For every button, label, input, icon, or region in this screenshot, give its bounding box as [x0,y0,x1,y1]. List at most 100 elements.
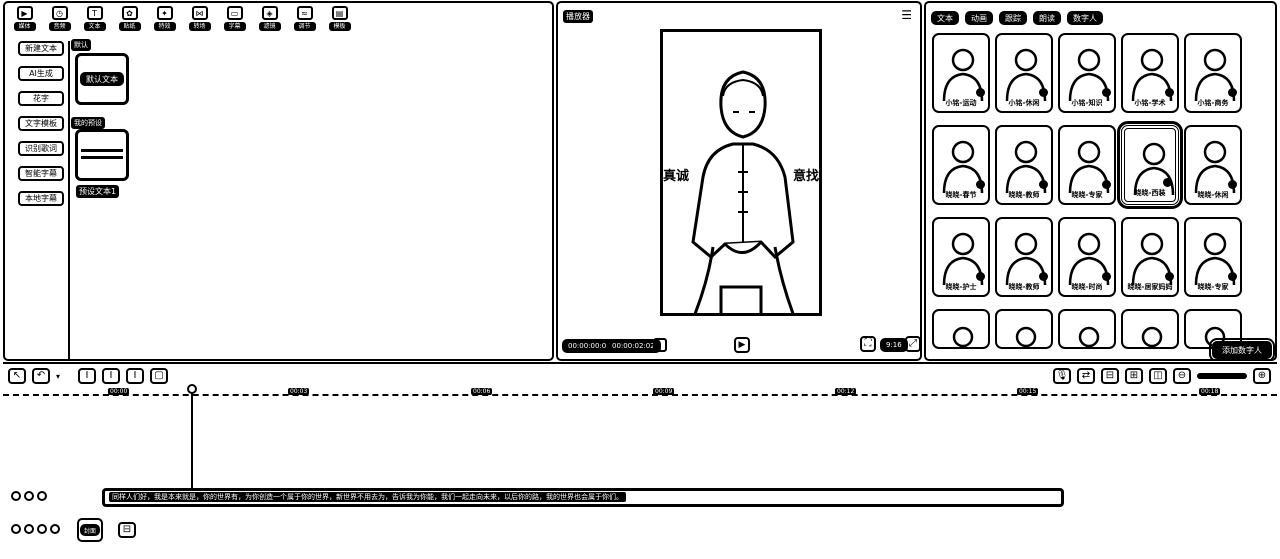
avatar-card[interactable]: 晓晓-教师 [995,125,1053,205]
avatar-card[interactable]: 小铭-休闲 [995,33,1053,113]
zoom-slider[interactable] [1197,373,1247,379]
tool-audio[interactable]: ◷ 音频 [45,6,74,32]
tool-sticker[interactable]: ✿ 贴纸 [115,6,144,32]
tool-template[interactable]: ▤ 模板 [325,6,354,32]
tab-animation[interactable]: 动画 [965,11,993,25]
tab-text[interactable]: 文本 [931,11,959,25]
text-clip-content: 同样人们好，我是本来就是，你的世界有，为你创造一个属于你的世界，新世界不用去为，… [109,492,626,502]
preset-text-card[interactable] [75,129,129,181]
avatar-card-partial[interactable] [1058,309,1116,349]
tool-transition[interactable]: ⋈ 转场 [185,6,214,32]
avatar-card[interactable]: 晓晓-春节 [932,125,990,205]
fullscreen-icon[interactable]: ⤢ [905,336,920,352]
mic-icon[interactable]: 🎙 [1053,368,1071,384]
zoom-out-icon[interactable]: ⊖ [1173,368,1191,384]
caption-icon: ▭ [226,6,243,20]
avatar-card[interactable]: 小铭-运动 [932,33,990,113]
main-audio-icon[interactable] [50,524,60,534]
avatar-card[interactable]: 晓晓-教师 [995,217,1053,297]
select-tool-icon[interactable]: ↖ [8,368,26,384]
split-left-icon[interactable]: I [102,368,121,384]
tool-effects[interactable]: ✦ 特效 [150,6,179,32]
visibility-icon[interactable] [37,491,47,501]
lock-icon[interactable] [24,491,34,501]
avatar-name: 晓晓-教师 [1008,191,1040,199]
text-track-controls [11,491,47,501]
avatar-figure [1015,326,1037,348]
fit-screen-icon[interactable]: ⛶ [860,336,876,352]
nav-lyrics[interactable]: 识别歌词 [18,141,64,156]
tool-adjust[interactable]: ≈ 调节 [290,6,319,32]
tick-label: 00:12 [835,388,857,395]
avatar-card-partial[interactable] [1121,309,1179,349]
track-icon[interactable]: ◫ [1149,368,1167,384]
preview-axis-icon[interactable]: ⊞ [1125,368,1143,384]
avatar-name: 小铭-运动 [945,99,977,107]
link-icon[interactable]: ⇄ [1077,368,1095,384]
avatar-card[interactable]: 晓晓-休闲 [1184,125,1242,205]
playhead[interactable] [191,386,193,494]
split-right-icon[interactable]: I [126,368,145,384]
avatar-name: 晓晓-西装 [1134,189,1166,197]
nav-new-text[interactable]: 新建文本 [18,41,64,56]
play-icon[interactable]: ▶ [734,337,750,353]
avatar-card[interactable]: 小铭-学术 [1121,33,1179,113]
nav-fancy-text[interactable]: 花字 [18,91,64,106]
tool-text[interactable]: T 文本 [80,6,109,32]
avatar-name: 晓晓-时尚 [1071,283,1103,291]
subtitle-right: 意找 [792,165,819,184]
avatar-card[interactable]: 晓晓-专家 [1058,125,1116,205]
cover-button[interactable]: 封面 [77,518,103,542]
default-section-label: 默认 [71,39,91,51]
avatar-card[interactable]: 小铭-商务 [1184,33,1242,113]
tool-caption[interactable]: ▭ 字幕 [220,6,249,32]
tab-tracking[interactable]: 跟踪 [999,11,1027,25]
tool-filter[interactable]: ◈ 滤镜 [255,6,284,32]
tick-label: 00:15 [1017,388,1039,395]
avatar-figure [952,326,974,348]
zoom-in-icon[interactable]: ⊕ [1253,368,1271,384]
nav-ai-generate[interactable]: AI生成 [18,66,64,81]
left-panel: ▶ 媒体 ◷ 音频 T 文本 ✿ 贴纸 ✦ 特效 ⋈ 转场 ▭ 字幕 ◈ 滤镜 ≈ 调节 ▤ 模板 … [3,1,554,361]
avatar-figure [1078,326,1100,348]
avatar-card-partial[interactable] [995,309,1053,349]
nav-text-template[interactable]: 文字模板 [18,116,64,131]
tool-media[interactable]: ▶ 媒体 [10,6,39,32]
ratio-selector[interactable]: 9:16 [880,338,908,352]
dropdown-icon[interactable]: ▾ [56,372,60,381]
main-lock-icon[interactable] [24,524,34,534]
lock-badge-icon [976,272,985,281]
undo-icon[interactable]: ↶ [32,368,50,384]
preset-lines-icon [81,149,123,159]
tab-digital-human[interactable]: 数字人 [1067,11,1103,25]
text-clip[interactable]: 同样人们好，我是本来就是，你的世界有，为你创造一个属于你的世界，新世界不用去为，… [102,488,1064,507]
snap-icon[interactable]: ⊟ [1101,368,1119,384]
avatar-card[interactable]: 晓晓-护士 [932,217,990,297]
avatar-card[interactable]: 晓晓-居家妈妈 [1121,217,1179,297]
add-clip-icon[interactable]: ⊟ [118,522,136,538]
split-icon[interactable]: I [78,368,97,384]
avatar-card[interactable]: 小铭-知识 [1058,33,1116,113]
lock-badge-icon [1228,272,1237,281]
adjust-icon: ≈ [296,6,313,20]
player-panel: 播放器 ☰ 真诚 意找 00:00:00:00 00:00:02:02 ▶ ⛶ … [556,1,922,361]
nav-auto-caption[interactable]: 智能字幕 [18,166,64,181]
template-icon: ▤ [331,6,348,20]
avatar-name: 晓晓-春节 [945,191,977,199]
delete-icon[interactable]: ▢ [150,368,169,384]
lock-badge-icon [1039,180,1048,189]
default-text-card[interactable]: 默认文本 [75,53,129,105]
avatar-card[interactable]: 晓晓-时尚 [1058,217,1116,297]
video-preview[interactable]: 真诚 意找 [660,29,822,316]
avatar-card-partial[interactable] [932,309,990,349]
nav-local-caption[interactable]: 本地字幕 [18,191,64,206]
menu-icon[interactable]: ☰ [901,8,912,22]
tab-read-aloud[interactable]: 朗读 [1033,11,1061,25]
add-digital-human-button[interactable]: 添加数字人 [1209,338,1275,359]
avatar-name: 晓晓-专家 [1071,191,1103,199]
avatar-card[interactable]: 晓晓-专家 [1184,217,1242,297]
main-visibility-icon[interactable] [37,524,47,534]
avatar-card[interactable]: 晓晓-西装 [1117,121,1183,209]
playhead-handle[interactable] [187,384,197,394]
frame-icon[interactable] [653,338,667,352]
